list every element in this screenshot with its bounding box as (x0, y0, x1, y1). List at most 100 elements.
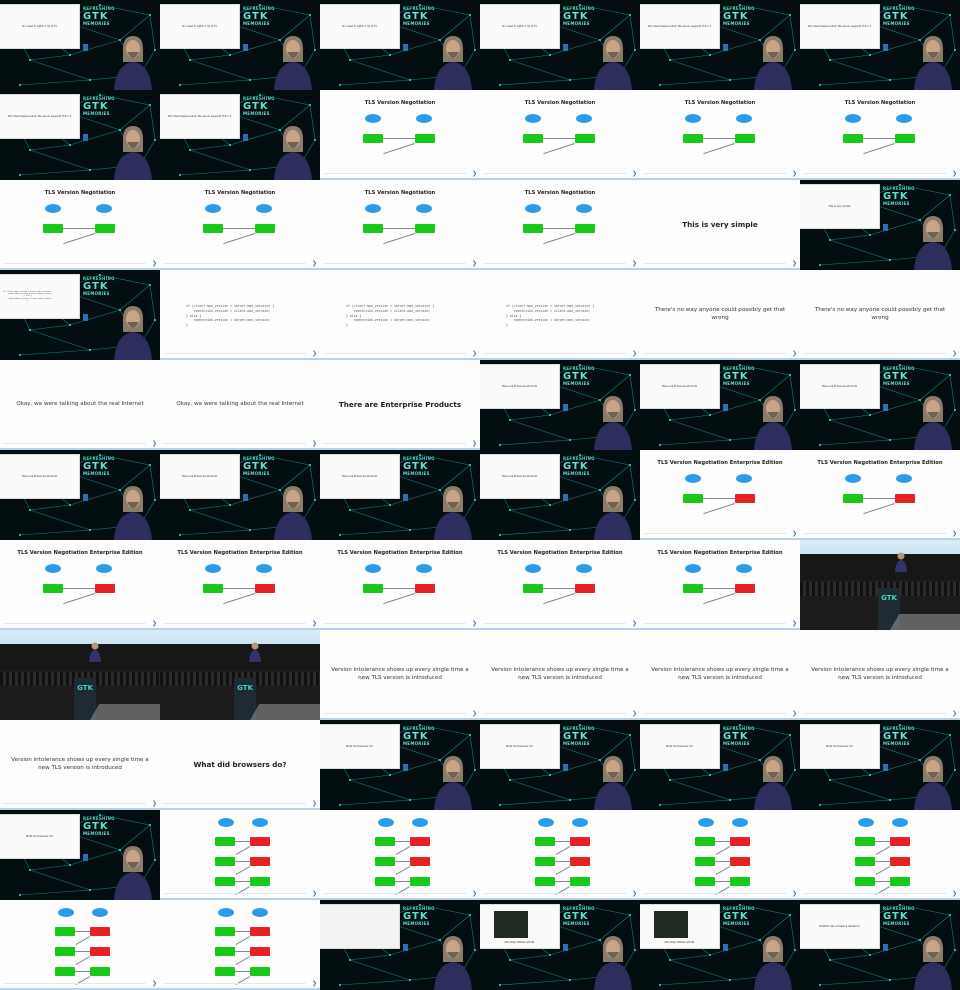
next-slide-icon[interactable]: ❯ (312, 980, 317, 987)
connector-line (223, 228, 255, 229)
next-slide-icon[interactable]: ❯ (312, 800, 317, 807)
network-node (634, 949, 636, 951)
next-slide-icon[interactable]: ❯ (472, 620, 477, 627)
next-slide-icon[interactable]: ❯ (632, 620, 637, 627)
next-slide-icon[interactable]: ❯ (472, 440, 477, 447)
next-slide-icon[interactable]: ❯ (632, 350, 637, 357)
next-slide-icon[interactable]: ❯ (792, 890, 797, 897)
next-slide-icon[interactable]: ❯ (952, 710, 957, 717)
video-frame-57: ❯ (320, 810, 480, 900)
next-slide-icon[interactable]: ❯ (792, 170, 797, 177)
next-slide-icon[interactable]: ❯ (952, 530, 957, 537)
next-slide-icon[interactable]: ❯ (312, 350, 317, 357)
slide-scrubber (324, 353, 466, 354)
next-slide-icon[interactable]: ❯ (472, 710, 477, 717)
next-slide-icon[interactable]: ❯ (472, 170, 477, 177)
connector-line (75, 951, 90, 952)
next-slide-icon[interactable]: ❯ (152, 620, 157, 627)
slide-scrubber (164, 803, 306, 804)
connector-line (543, 228, 575, 229)
network-node (794, 409, 796, 411)
version-box (215, 877, 235, 886)
slide-inset: What did browsers do? (640, 725, 719, 768)
next-slide-icon[interactable]: ❯ (952, 170, 957, 177)
slide-inset: But what happens when the server support… (640, 5, 719, 48)
version-box (575, 224, 595, 233)
inset-slide-text: But what happens when the server support… (808, 24, 871, 28)
next-slide-icon[interactable]: ❯ (472, 890, 477, 897)
video-frame-13: TLS Version Negotiation ❯ (0, 180, 160, 270)
next-slide-icon[interactable]: ❯ (952, 350, 957, 357)
network-node (69, 144, 71, 146)
conference-logo: REFRESHING GTK MEMORIES (563, 906, 603, 927)
next-slide-icon[interactable]: ❯ (152, 440, 157, 447)
version-box (843, 134, 863, 143)
version-box (215, 927, 235, 936)
next-slide-icon[interactable]: ❯ (472, 260, 477, 267)
next-slide-icon[interactable]: ❯ (152, 800, 157, 807)
slide-inset: Mountain Pitfalls (2018) (480, 905, 559, 948)
next-slide-icon[interactable]: ❯ (952, 890, 957, 897)
version-box (375, 877, 395, 886)
slide-text: Version intolerance shows up every singl… (11, 757, 149, 771)
speaker-figure (594, 486, 632, 540)
next-slide-icon[interactable]: ❯ (152, 980, 157, 987)
slide-inset: Mountain Pitfalls (2018) (640, 905, 719, 948)
speaker-figure (274, 486, 312, 540)
version-box (90, 927, 110, 936)
version-box (215, 947, 235, 956)
next-slide-icon[interactable]: ❯ (312, 440, 317, 447)
next-slide-icon[interactable]: ❯ (632, 710, 637, 717)
next-slide-icon[interactable]: ❯ (792, 350, 797, 357)
conference-logo: REFRESHING GTK MEMORIES (563, 726, 603, 747)
client-node (525, 114, 541, 123)
connector-line (235, 881, 250, 882)
next-slide-icon[interactable]: ❯ (792, 530, 797, 537)
network-node (89, 529, 91, 531)
sponsor-tag (243, 494, 248, 501)
logo-line-memories: MEMORIES (83, 470, 110, 476)
next-slide-icon[interactable]: ❯ (152, 260, 157, 267)
video-frame-42: GTK (800, 540, 960, 630)
network-node (19, 894, 21, 896)
connector-line (555, 881, 570, 882)
network-node (669, 959, 671, 961)
next-slide-icon[interactable]: ❯ (472, 350, 477, 357)
speaker-at-podium (249, 642, 261, 662)
conference-logo: REFRESHING GTK MEMORIES (83, 276, 123, 297)
version-box (410, 837, 430, 846)
version-box (855, 837, 875, 846)
video-frame-28: There are Enterprise Products REFRESHING G… (480, 360, 640, 450)
version-box (575, 134, 595, 143)
version-box (890, 877, 910, 886)
video-frame-5: But what happens when the server support… (640, 0, 800, 90)
inset-slide-text: So I used to watch a lot of TV (181, 24, 218, 28)
network-node (789, 734, 791, 736)
next-slide-icon[interactable]: ❯ (632, 170, 637, 177)
next-slide-icon[interactable]: ❯ (312, 260, 317, 267)
network-node (469, 464, 471, 466)
slide-inset: So I used to watch a lot of TV (320, 5, 399, 48)
next-slide-icon[interactable]: ❯ (312, 890, 317, 897)
video-frame-65: Mountain Pitfalls (2018) REFRESHING GTK MEM… (640, 900, 800, 990)
video-frame-26: Okay, we were talking about the real Int… (160, 360, 320, 450)
next-slide-icon[interactable]: ❯ (632, 890, 637, 897)
sponsor-tag (883, 944, 888, 951)
next-slide-icon[interactable]: ❯ (792, 260, 797, 267)
client-node (218, 818, 234, 827)
network-edge (669, 419, 731, 441)
conference-logo: REFRESHING GTK MEMORIES (563, 366, 603, 387)
next-slide-icon[interactable]: ❯ (312, 620, 317, 627)
next-slide-icon[interactable]: ❯ (792, 620, 797, 627)
video-frame-11: TLS Version Negotiation ❯ (640, 90, 800, 180)
slide-scrubber (4, 983, 146, 984)
sponsor-tag (83, 44, 88, 51)
next-slide-icon[interactable]: ❯ (792, 710, 797, 717)
network-edge (349, 779, 411, 801)
connector-line (75, 936, 90, 945)
client-node (572, 818, 588, 827)
network-edge (829, 414, 871, 421)
next-slide-icon[interactable]: ❯ (632, 260, 637, 267)
network-node (629, 464, 631, 466)
connector-line (555, 841, 570, 842)
